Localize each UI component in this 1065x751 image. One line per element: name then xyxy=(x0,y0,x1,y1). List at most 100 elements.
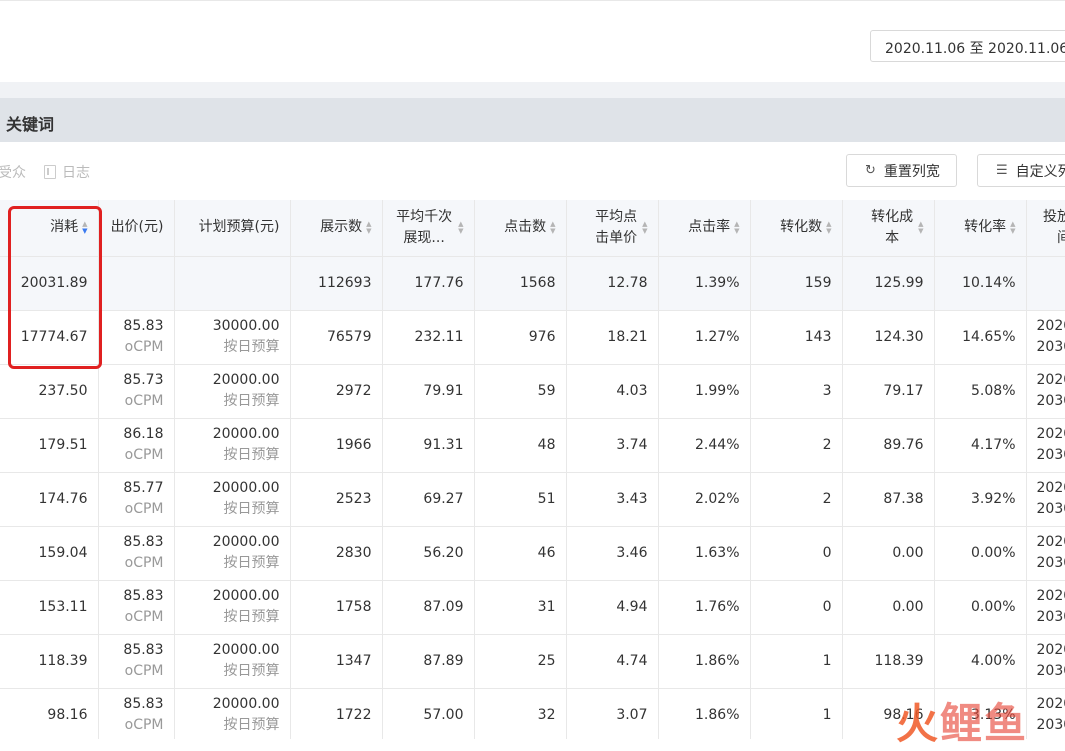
col-header-cvr[interactable]: 转化率 ▲ ▼ xyxy=(934,200,1027,257)
bid-cell: 85.77 oCPM xyxy=(98,472,175,527)
reset-column-width-button[interactable]: ↻ 重置列宽 xyxy=(846,154,957,187)
summary-cell: 1568 xyxy=(474,256,567,311)
impressions-cell: 1966 xyxy=(290,418,383,473)
cost-cell: 153.11 xyxy=(0,580,99,635)
col-header-impressions[interactable]: 展示数 ▲ ▼ xyxy=(290,200,383,257)
conv-cell: 0 xyxy=(750,526,843,581)
ctr-cell: 1.86% xyxy=(658,688,751,739)
cpc-cell: 3.74 xyxy=(566,418,659,473)
sort-icon[interactable]: ▲ ▼ xyxy=(734,220,739,235)
schedule-cell: 2020-2030- xyxy=(1026,634,1065,689)
cost-cell: 118.39 xyxy=(0,634,99,689)
highlight-box xyxy=(8,206,102,369)
summary-cell: 125.99 xyxy=(842,256,935,311)
conv-cell: 0 xyxy=(750,580,843,635)
schedule-cell: 2020-2030- xyxy=(1026,580,1065,635)
cpc-cell: 4.74 xyxy=(566,634,659,689)
bid-cell: 85.83 oCPM xyxy=(98,310,175,365)
cpm-cell: 69.27 xyxy=(382,472,475,527)
col-header-cpc[interactable]: 平均点击单价 ▲ ▼ xyxy=(566,200,659,257)
tab-log[interactable]: 日志 xyxy=(44,162,90,182)
impressions-cell: 1347 xyxy=(290,634,383,689)
cpc-cell: 3.46 xyxy=(566,526,659,581)
conv-cost-cell: 124.30 xyxy=(842,310,935,365)
cvr-cell: 5.08% xyxy=(934,364,1027,419)
sort-icon[interactable]: ▲ ▼ xyxy=(642,220,647,235)
bid-cell: 85.73 oCPM xyxy=(98,364,175,419)
cost-cell: 174.76 xyxy=(0,472,99,527)
cpc-cell: 4.03 xyxy=(566,364,659,419)
conv-cost-cell: 79.17 xyxy=(842,364,935,419)
conv-cost-cell: 87.38 xyxy=(842,472,935,527)
col-header-budget: 计划预算(元) xyxy=(174,200,291,257)
ctr-cell: 1.99% xyxy=(658,364,751,419)
col-header-clicks[interactable]: 点击数 ▲ ▼ xyxy=(474,200,567,257)
section-title: 关键词 xyxy=(6,115,55,134)
summary-cell: 1.39% xyxy=(658,256,751,311)
cost-cell: 179.51 xyxy=(0,418,99,473)
cpm-cell: 87.09 xyxy=(382,580,475,635)
custom-label: 自定义列 xyxy=(1015,163,1065,180)
cpc-cell: 4.94 xyxy=(566,580,659,635)
tab-log-label: 日志 xyxy=(62,165,90,181)
cpm-cell: 87.89 xyxy=(382,634,475,689)
clicks-cell: 25 xyxy=(474,634,567,689)
cvr-cell: 14.65% xyxy=(934,310,1027,365)
sort-icon[interactable]: ▲ ▼ xyxy=(1010,220,1015,235)
ctr-cell: 1.76% xyxy=(658,580,751,635)
summary-cell: 10.14% xyxy=(934,256,1027,311)
data-table: 消耗 ▲ ▼ 出价(元) 计划预算(元) 展示数 ▲ ▼ 平均千次展现... ▲ ▼ 点击数… xyxy=(0,200,1065,739)
budget-cell: 20000.00 按日预算 xyxy=(174,418,291,473)
table-row[interactable]: 179.51 86.18 oCPM 20000.00 按日预算 1966 91.31 48 3.… xyxy=(0,418,1065,473)
col-header-conversion-cost[interactable]: 转化成本 ▲ ▼ xyxy=(842,200,935,257)
conv-cost-cell: 0.00 xyxy=(842,580,935,635)
cost-cell: 237.50 xyxy=(0,364,99,419)
table-row[interactable]: 174.76 85.77 oCPM 20000.00 按日预算 2523 69.27 51 3.… xyxy=(0,472,1065,527)
summary-cell: 12.78 xyxy=(566,256,659,311)
summary-cell: 177.76 xyxy=(382,256,475,311)
ctr-cell: 2.44% xyxy=(658,418,751,473)
cpm-cell: 79.91 xyxy=(382,364,475,419)
cpm-cell: 56.20 xyxy=(382,526,475,581)
tab-audience[interactable]: 受众 xyxy=(0,162,26,182)
summary-cell: 112693 xyxy=(290,256,383,311)
schedule-cell: 2020-2030- xyxy=(1026,310,1065,365)
conv-cell: 1 xyxy=(750,634,843,689)
col-header-schedule: 投放时间 xyxy=(1026,200,1065,257)
date-range-picker[interactable]: 2020.11.06 至 2020.11.06 xyxy=(870,30,1065,62)
refresh-icon: ↻ xyxy=(865,163,876,178)
table-row[interactable]: 17774.67 85.83 oCPM 30000.00 按日预算 76579 232.11… xyxy=(0,310,1065,365)
conv-cell: 2 xyxy=(750,472,843,527)
summary-cell xyxy=(98,256,175,311)
watermark-logo: 火鲤鱼 xyxy=(896,699,1029,748)
sort-icon[interactable]: ▲ ▼ xyxy=(550,220,555,235)
budget-cell: 20000.00 按日预算 xyxy=(174,364,291,419)
cost-cell: 98.16 xyxy=(0,688,99,739)
conv-cell: 143 xyxy=(750,310,843,365)
col-header-bid: 出价(元) xyxy=(98,200,175,257)
table-row[interactable]: 153.11 85.83 oCPM 20000.00 按日预算 1758 87.09 31 4.… xyxy=(0,580,1065,635)
custom-columns-button[interactable]: ☰ 自定义列 xyxy=(977,154,1065,187)
table-toolbar: 受众 日志 ↻ 重置列宽 ☰ 自定义列 xyxy=(0,142,1065,200)
bid-cell: 85.83 oCPM xyxy=(98,634,175,689)
ctr-cell: 2.02% xyxy=(658,472,751,527)
summary-row: 20031.89 112693 177.76 1568 12.78 1.39% … xyxy=(0,256,1065,311)
conv-cost-cell: 118.39 xyxy=(842,634,935,689)
table-row[interactable]: 159.04 85.83 oCPM 20000.00 按日预算 2830 56.20 46 3.… xyxy=(0,526,1065,581)
table-row[interactable]: 237.50 85.73 oCPM 20000.00 按日预算 2972 79.91 59 4.… xyxy=(0,364,1065,419)
conv-cell: 1 xyxy=(750,688,843,739)
sort-icon[interactable]: ▲ ▼ xyxy=(366,220,371,235)
table-row[interactable]: 118.39 85.83 oCPM 20000.00 按日预算 1347 87.89 25 4.… xyxy=(0,634,1065,689)
schedule-cell: 2020-2030- xyxy=(1026,688,1065,739)
clicks-cell: 32 xyxy=(474,688,567,739)
col-header-cpm[interactable]: 平均千次展现... ▲ ▼ xyxy=(382,200,475,257)
sort-icon[interactable]: ▲ ▼ xyxy=(918,220,923,235)
cvr-cell: 4.00% xyxy=(934,634,1027,689)
conv-cost-cell: 89.76 xyxy=(842,418,935,473)
clicks-cell: 31 xyxy=(474,580,567,635)
col-header-ctr[interactable]: 点击率 ▲ ▼ xyxy=(658,200,751,257)
sort-icon[interactable]: ▲ ▼ xyxy=(826,220,831,235)
col-header-conversions[interactable]: 转化数 ▲ ▼ xyxy=(750,200,843,257)
sort-icon[interactable]: ▲ ▼ xyxy=(458,220,463,235)
clicks-cell: 51 xyxy=(474,472,567,527)
